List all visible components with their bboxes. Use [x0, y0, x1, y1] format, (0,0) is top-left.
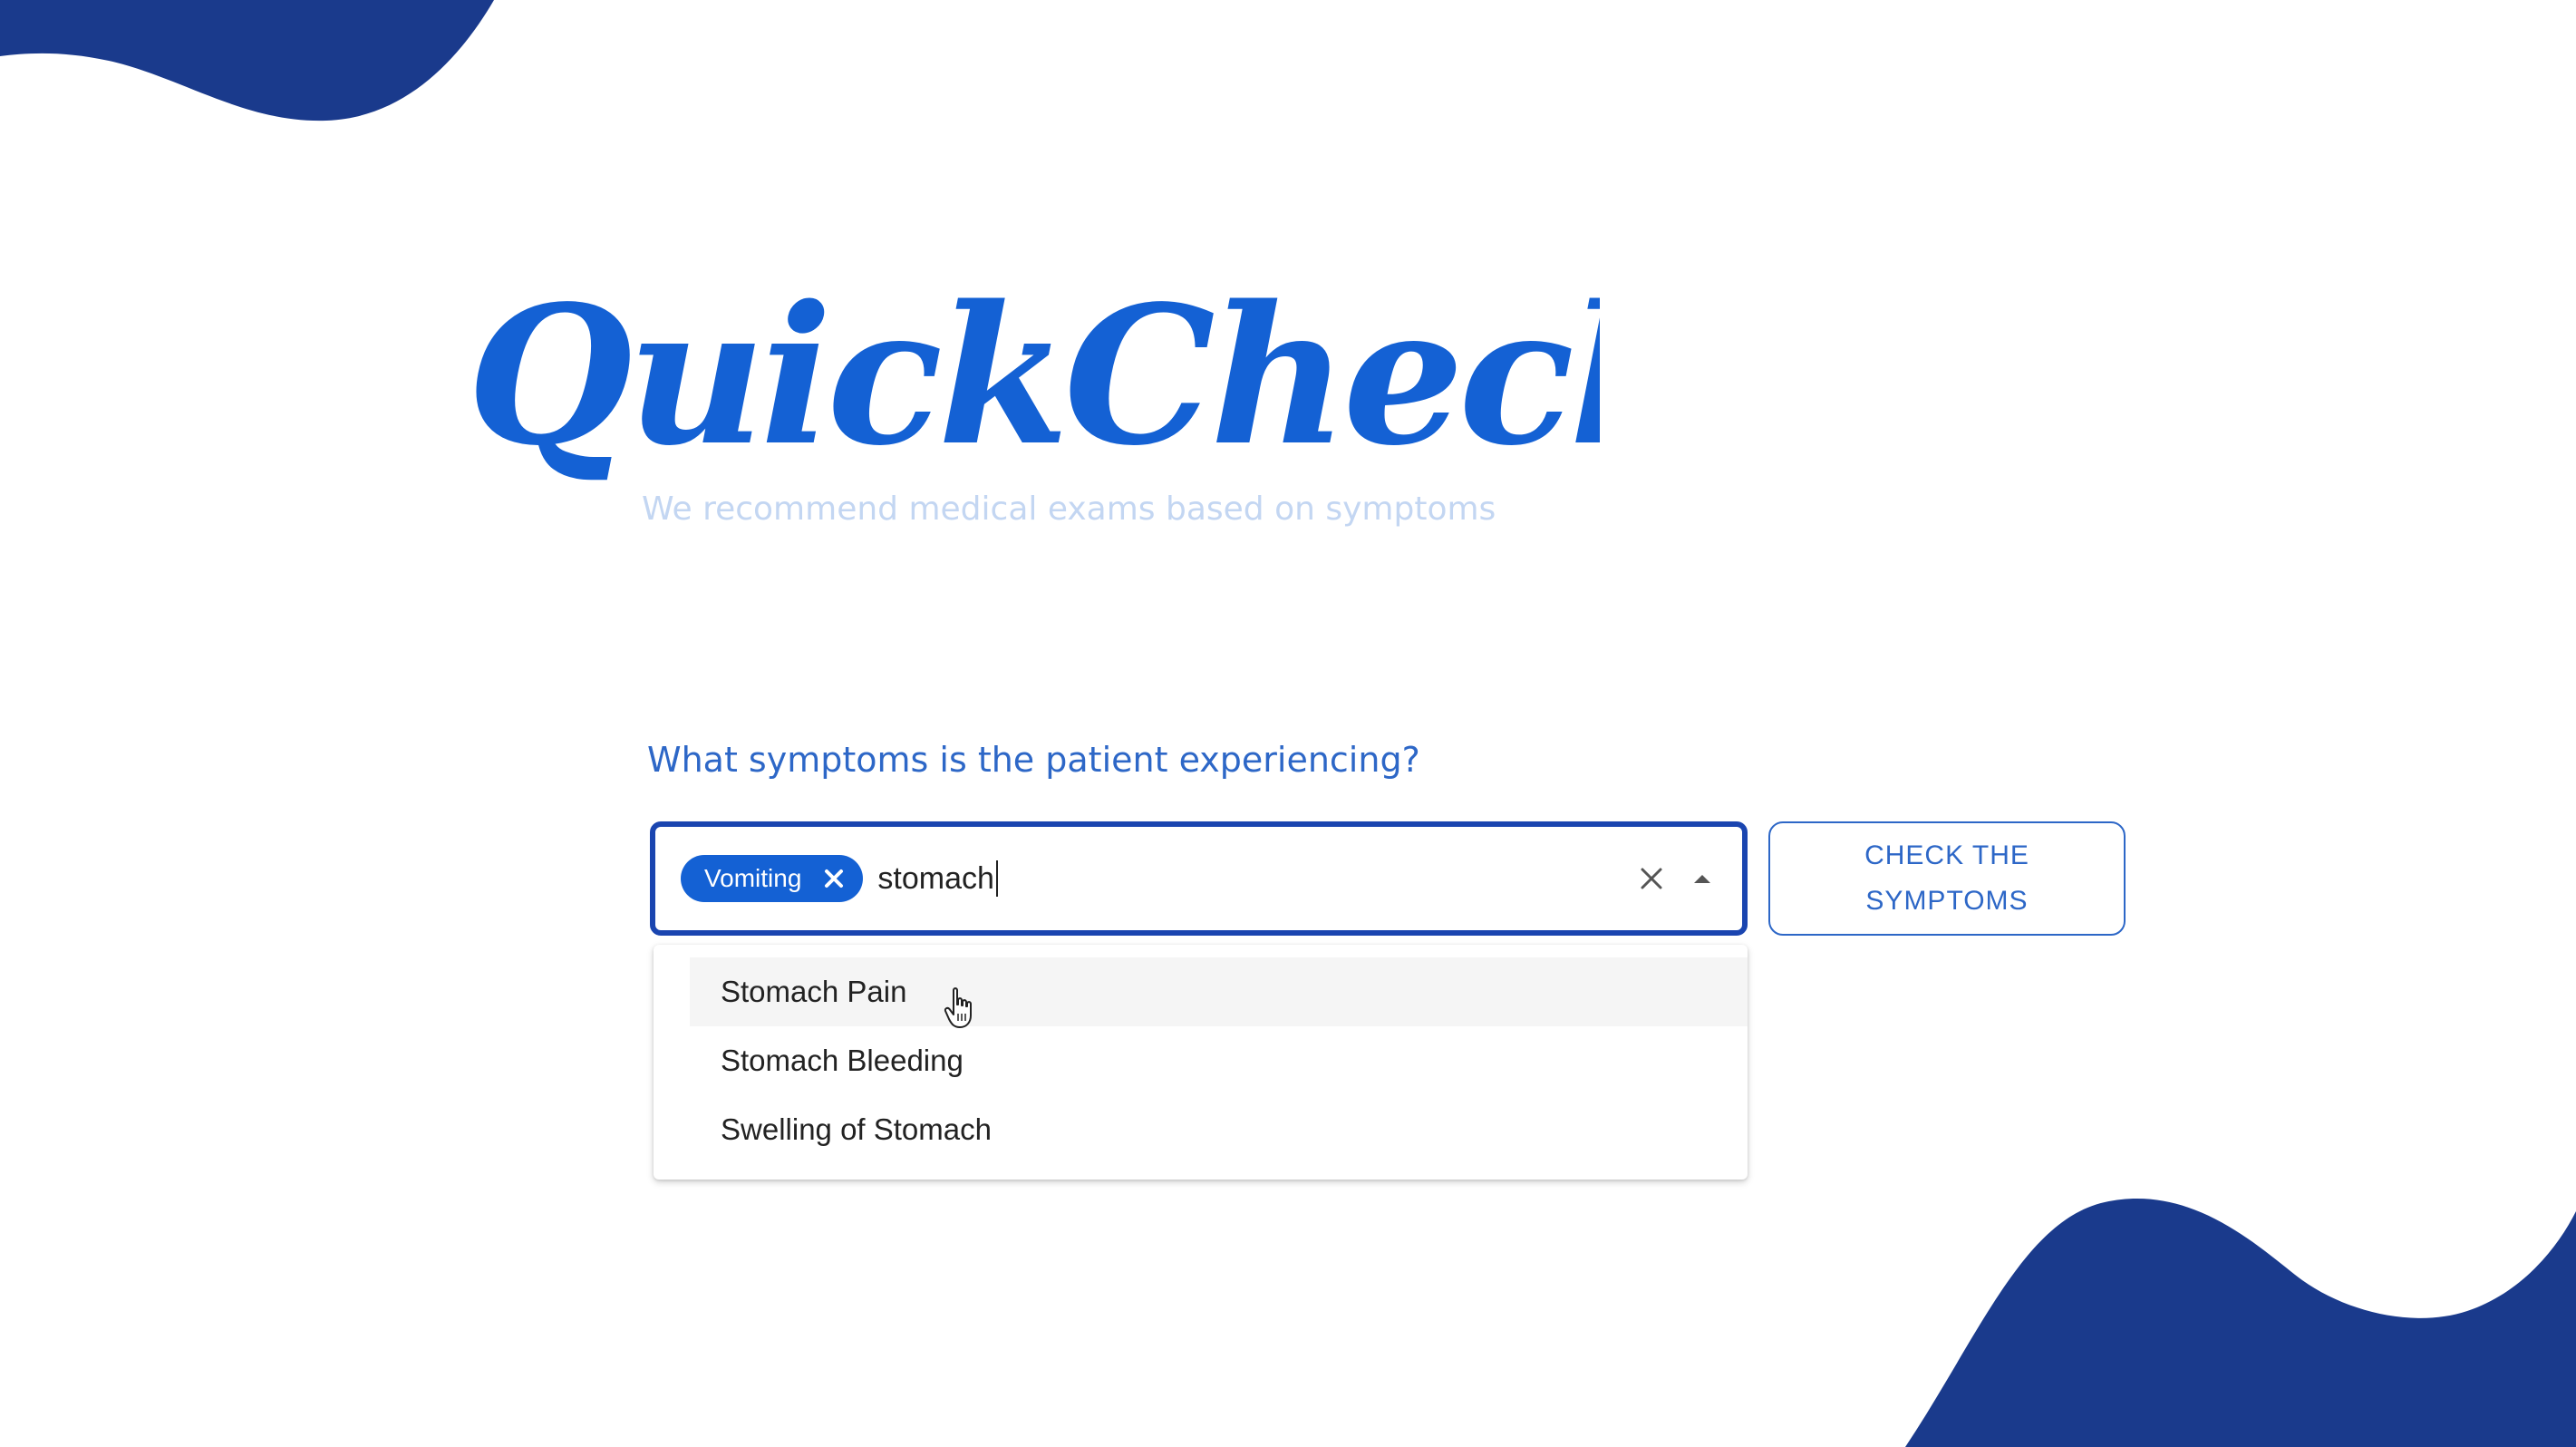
symptom-search-value: stomach	[877, 860, 994, 896]
symptom-chip-label: Vomiting	[704, 864, 802, 892]
check-symptoms-button[interactable]: CHECK THE SYMPTOMS	[1768, 821, 2126, 936]
close-icon	[825, 869, 844, 888]
symptom-question-label: What symptoms is the patient experiencin…	[647, 740, 1420, 780]
app-tagline: We recommend medical exams based on symp…	[642, 490, 1496, 528]
decorative-wave-top	[0, 0, 494, 121]
symptom-search-field[interactable]: stomach	[877, 851, 998, 906]
symptom-options-list: Stomach Pain Stomach Bleeding Swelling o…	[654, 945, 1748, 1180]
decorative-wave-bottom	[1905, 1199, 2576, 1447]
option-stomach-pain[interactable]: Stomach Pain	[690, 957, 1748, 1026]
dropdown-toggle-button[interactable]	[1686, 862, 1719, 895]
option-swelling-of-stomach[interactable]: Swelling of Stomach	[690, 1095, 1748, 1164]
symptom-autocomplete-input[interactable]: Vomiting stomach	[650, 821, 1748, 936]
caret-up-icon	[1694, 875, 1710, 883]
symptom-chip: Vomiting	[681, 855, 864, 902]
logo-wordmark: QuickCheck	[467, 264, 1600, 488]
text-caret	[995, 860, 998, 897]
close-icon	[1641, 868, 1662, 889]
hand-pointer-icon	[944, 987, 972, 1028]
chip-remove-icon[interactable]	[821, 866, 847, 891]
clear-input-button[interactable]	[1633, 860, 1670, 897]
option-stomach-bleeding[interactable]: Stomach Bleeding	[690, 1026, 1748, 1095]
app-screen: QuickCheck We recommend medical exams ba…	[0, 0, 2576, 1447]
